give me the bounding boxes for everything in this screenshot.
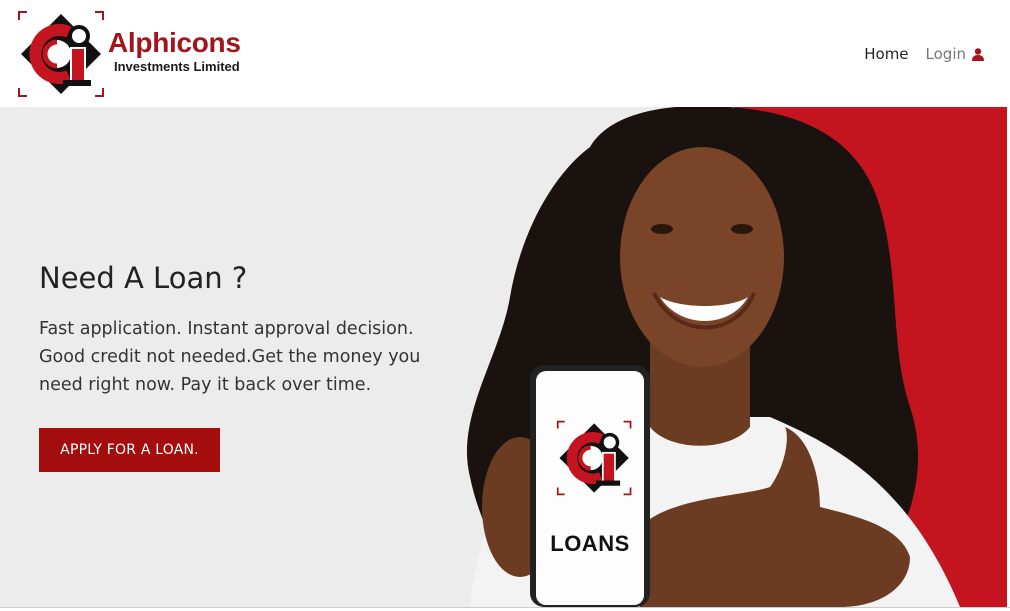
brand-name: Alphicons [108, 27, 241, 58]
phone-mockup: LOANS [530, 365, 650, 607]
user-icon [972, 47, 984, 61]
phone-loans-label: LOANS [550, 531, 630, 556]
brand-logo[interactable]: Alphicons Investments Limited [17, 10, 277, 98]
hero-photo [466, 107, 960, 607]
phone-logo-icon [556, 420, 632, 496]
hero-title: Need A Loan ? [39, 261, 248, 295]
nav-login-label: Login [925, 45, 966, 63]
hero-description: Fast application. Instant approval decis… [39, 319, 421, 395]
main-nav: Home Login [864, 44, 984, 64]
hero-banner: Need A Loan ? Fast application. Instant … [0, 107, 1007, 607]
alphicons-logo-icon [18, 11, 104, 97]
nav-login-link[interactable]: Login [926, 44, 984, 64]
section-divider [0, 607, 1010, 611]
nav-home-link[interactable]: Home [864, 44, 908, 64]
site-header: Alphicons Investments Limited Home Login [0, 0, 1010, 107]
phone-screen: LOANS [536, 371, 644, 605]
brand-subtitle: Investments Limited [114, 59, 240, 74]
apply-loan-button[interactable]: APPLY FOR A LOAN. [39, 428, 220, 472]
